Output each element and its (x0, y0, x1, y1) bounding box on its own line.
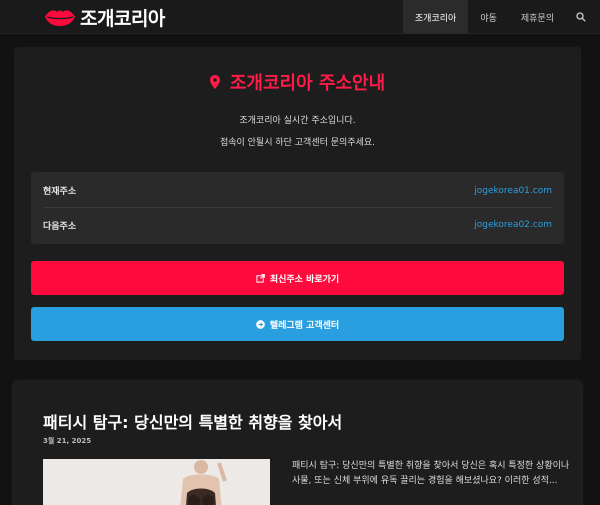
telegram-support-button-label: 텔레그램 고객센터 (269, 320, 340, 331)
next-address-link[interactable]: jogekorea02.com (474, 220, 552, 230)
article-title[interactable]: 패티시 탐구: 당신만의 특별한 취향을 찾아서 (43, 409, 342, 433)
arrow-circle-right-icon (255, 319, 265, 329)
current-address-label: 현재주소 (43, 187, 77, 197)
top-bar: 조개코리아 조개코리아 야동 제휴문의 (0, 0, 600, 34)
address-list: 현재주소 jogekorea01.com 다음주소 jogekorea02.co… (31, 172, 564, 244)
article-excerpt: 패티시 탐구: 당신만의 특별한 취향을 찾아서 당신은 혹시 특정한 상황이나… (292, 461, 570, 486)
address-card-title-text: 조개코리아 주소안내 (229, 73, 386, 94)
telegram-support-button[interactable]: 텔레그램 고객센터 (31, 307, 564, 341)
map-pin-icon (209, 75, 220, 89)
next-address-label: 다음주소 (43, 221, 77, 232)
lips-logo-icon (45, 10, 75, 26)
address-description-line1: 조개코리아 실시간 주소입니다. (239, 116, 356, 126)
address-row-next: 다음주소 jogekorea02.com (43, 208, 552, 242)
address-row-current: 현재주소 jogekorea01.com (43, 174, 552, 208)
nav-item-partnership[interactable]: 제휴문의 (509, 0, 566, 34)
search-button[interactable] (566, 0, 600, 34)
site-logo[interactable]: 조개코리아 (44, 4, 165, 30)
article-date: 3월 21, 2025 (43, 437, 92, 445)
thumbnail-figure-image (43, 459, 270, 505)
search-icon (576, 12, 586, 22)
address-description-line2: 접속이 안될시 하단 고객센터 문의주세요. (219, 138, 376, 148)
article-card[interactable]: 패티시 탐구: 당신만의 특별한 취향을 찾아서 3월 21, 2025 패티시… (14, 382, 581, 505)
site-name: 조개코리아 (80, 7, 165, 30)
latest-address-button-label: 최신주소 바로가기 (269, 274, 340, 285)
external-link-icon (256, 273, 265, 283)
main-nav: 조개코리아 야동 제휴문의 (402, 0, 600, 34)
article-thumbnail[interactable] (43, 459, 270, 505)
nav-item-videos[interactable]: 야동 (468, 0, 509, 34)
address-info-card: 조개코리아 주소안내 조개코리아 실시간 주소입니다. 접속이 안될시 하단 고… (14, 47, 581, 360)
address-card-title: 조개코리아 주소안내 (14, 69, 581, 95)
latest-address-button[interactable]: 최신주소 바로가기 (31, 261, 564, 295)
current-address-link[interactable]: jogekorea01.com (474, 186, 552, 196)
nav-item-home[interactable]: 조개코리아 (402, 0, 469, 34)
